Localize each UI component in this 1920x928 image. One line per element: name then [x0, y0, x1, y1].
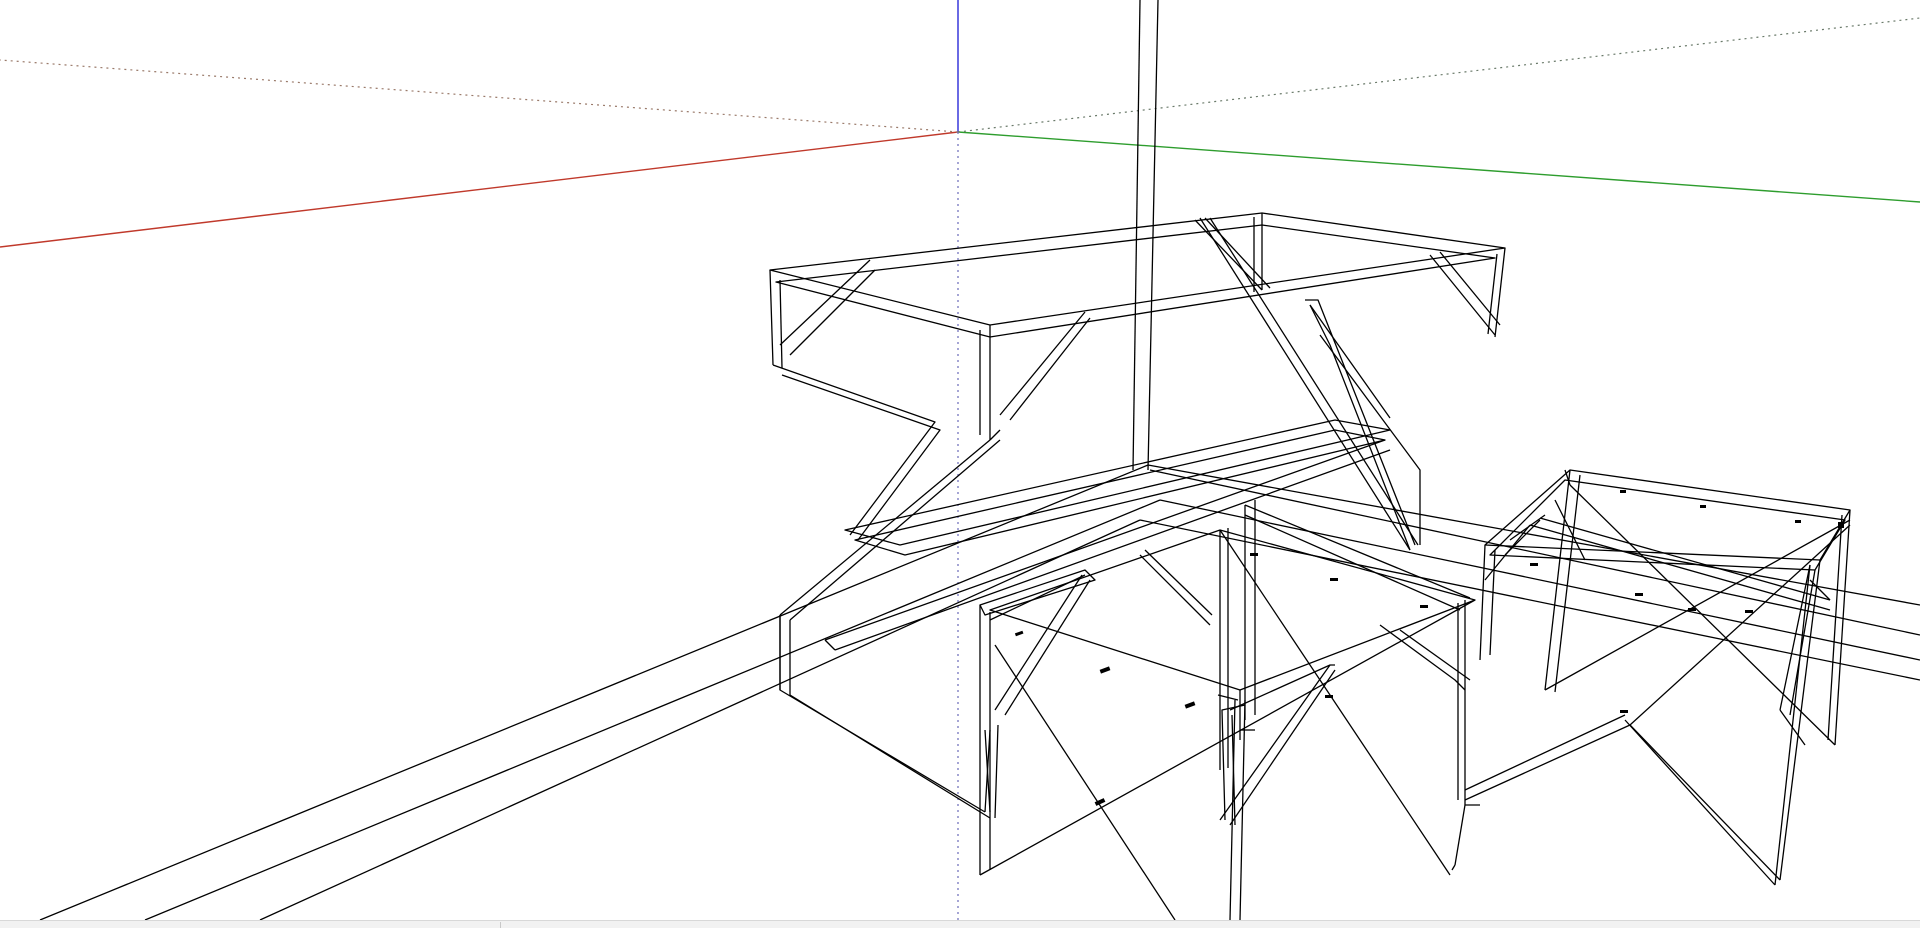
hardware-marks: [1014, 490, 1844, 806]
status-bar-divider: [500, 922, 501, 928]
wireframe-model: [39, 0, 1920, 920]
red-axis: [0, 131, 959, 248]
green-axis: [957, 131, 1920, 203]
status-bar: [0, 920, 1920, 928]
green-axis-negative: [957, 17, 1920, 133]
red-axis-negative: [0, 59, 959, 133]
axes: [0, 0, 1920, 920]
modeling-viewport[interactable]: [0, 0, 1920, 920]
